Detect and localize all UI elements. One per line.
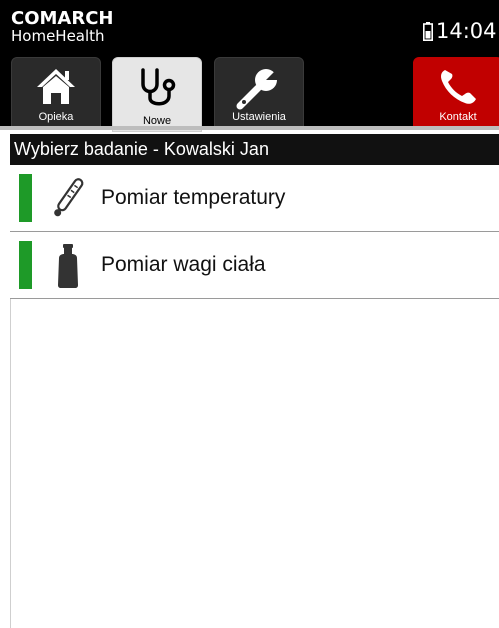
tab-label: Opieka — [38, 111, 74, 123]
stethoscope-icon — [141, 68, 176, 106]
list-item-label: Pomiar temperatury — [101, 186, 286, 209]
brand-logo: COMARCH — [11, 8, 114, 29]
weight-icon — [58, 244, 78, 288]
brand-subtitle: HomeHealth — [11, 27, 105, 45]
tab-ustawienia[interactable]: Ustawienia — [214, 57, 304, 128]
tab-bar: Opieka Nowe Ustawienia Kontakt — [0, 49, 499, 132]
tab-kontakt[interactable]: Kontakt — [413, 57, 499, 128]
measurement-list: Pomiar temperatury Pomiar wagi ciała — [10, 165, 499, 299]
tab-label: Ustawienia — [232, 111, 286, 123]
tab-opieka[interactable]: Opieka — [11, 57, 101, 128]
clock: 14:04 — [436, 19, 497, 43]
status-bar: COMARCH HomeHealth 14:04 — [0, 0, 499, 49]
tab-nowe[interactable]: Nowe — [112, 57, 202, 132]
list-item-weight[interactable]: Pomiar wagi ciała — [10, 232, 499, 299]
status-indicator — [19, 241, 32, 289]
phone-icon — [441, 70, 476, 104]
wrench-icon — [236, 66, 280, 110]
list-item-label: Pomiar wagi ciała — [101, 253, 266, 276]
battery-icon — [423, 22, 433, 41]
tab-underline — [0, 126, 499, 130]
tab-label: Kontakt — [439, 111, 477, 123]
thermometer-icon — [54, 178, 84, 217]
list-item-temperature[interactable]: Pomiar temperatury — [10, 165, 499, 232]
home-icon — [37, 69, 75, 104]
screen-title: Wybierz badanie - Kowalski Jan — [10, 134, 499, 165]
status-indicator — [19, 174, 32, 222]
